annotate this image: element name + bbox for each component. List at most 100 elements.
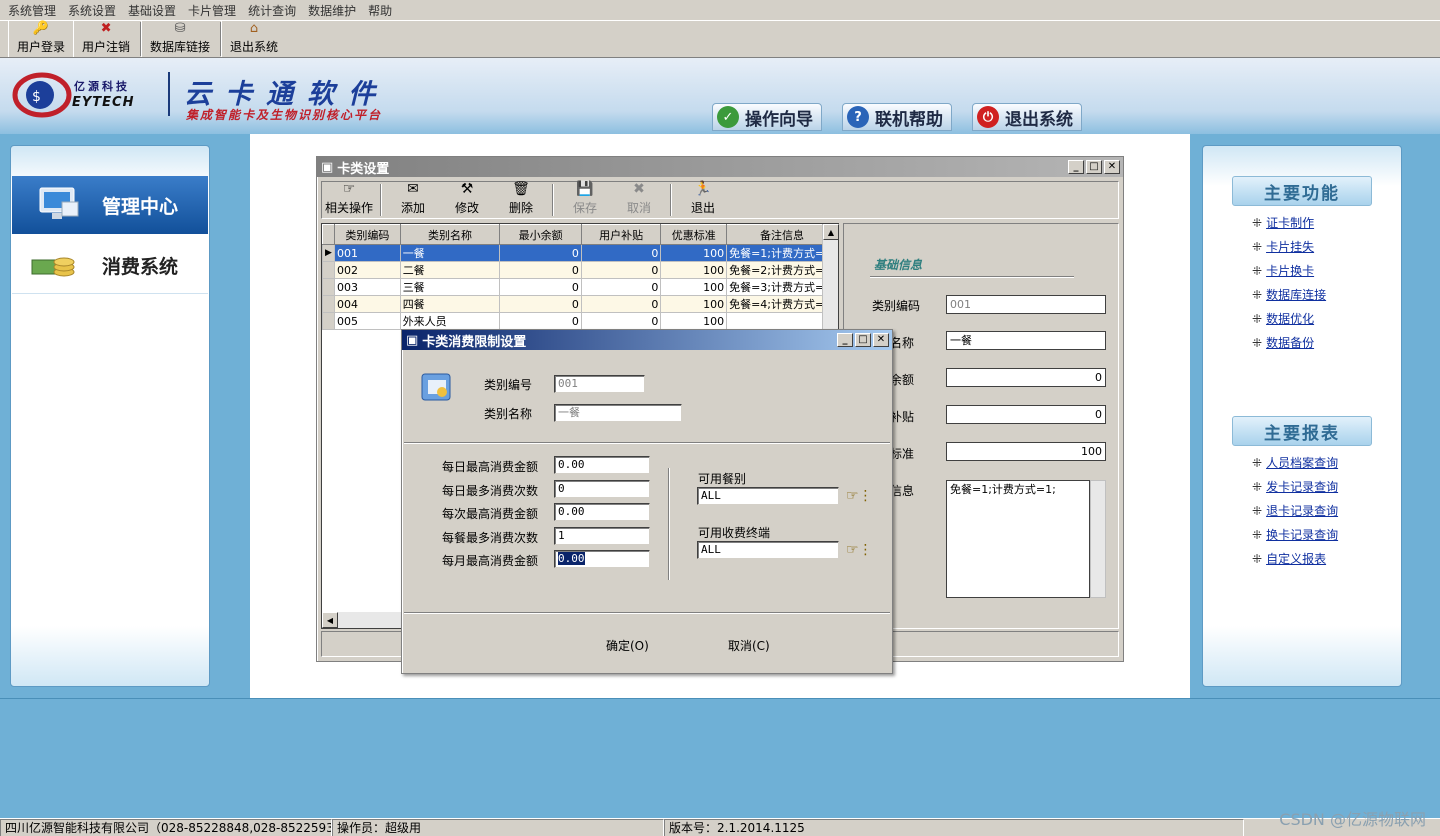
limit-field[interactable]: 0.00 [554,503,650,521]
table-cell: 外来人员 [399,312,501,330]
menu-item[interactable]: 基础设置 [122,2,182,19]
right-link[interactable]: ⁜ 卡片换卡 [1252,262,1314,279]
right-link[interactable]: ⁜ 卡片挂失 [1252,238,1314,255]
code-field[interactable]: 001 [946,295,1106,314]
right-link[interactable]: ⁜ 换卡记录查询 [1252,526,1338,543]
computer-icon [39,187,79,219]
table-cell: 100 [660,244,728,262]
column-header[interactable]: 优惠标准 [660,224,728,245]
limit-field[interactable]: 0 [554,479,650,498]
menu-item[interactable]: 数据维护 [302,2,362,19]
toolbar-button[interactable]: ⛁ 数据库链接 [141,21,218,57]
toolbar-button[interactable]: ✖ 用户注销 [73,21,138,57]
limit-field[interactable]: 0.00 [554,550,650,568]
menu-item[interactable]: 系统设置 [62,2,122,19]
minimize-button[interactable]: _ [1068,160,1084,174]
menu-item[interactable]: 统计查询 [242,2,302,19]
subsidy-field[interactable]: 0 [946,405,1106,424]
minimize-button[interactable]: _ [837,333,853,347]
database-icon: ⛁ [174,21,186,36]
guide-button[interactable]: ✓ 操作向导 [712,103,822,131]
terminal-field[interactable]: ALL [697,541,839,559]
menu-item[interactable]: 系统管理 [2,2,62,19]
right-link[interactable]: ⁜ 数据优化 [1252,310,1314,327]
table-cell: 0 [580,278,662,296]
close-button[interactable]: ✕ [873,333,889,347]
name-field[interactable]: 一餐 [554,404,682,422]
meal-field[interactable]: ALL [697,487,839,505]
table-row[interactable]: 005 外来人员 0 0 100 [322,312,838,330]
toolbar-label: 用户登录 [17,40,66,54]
tool-button[interactable]: ⚒ 修改 [440,181,494,218]
card-type-titlebar[interactable]: ▣ 卡类设置 _ □ ✕ [317,157,1123,177]
right-link[interactable]: ⁜ 发卡记录查询 [1252,478,1338,495]
tool-button[interactable]: 🏃 退出 [676,181,730,218]
link-label: 人员档案查询 [1266,456,1339,470]
row-indicator [322,295,335,313]
right-link[interactable]: ⁜ 自定义报表 [1252,550,1326,567]
table-cell: 002 [333,261,401,279]
toolbar-button[interactable]: ⌂ 退出系统 [221,21,286,57]
standard-field[interactable]: 100 [946,442,1106,461]
column-header[interactable]: 最小余额 [499,224,582,245]
column-header[interactable]: 用户补贴 [580,224,662,245]
right-link[interactable]: ⁜ 证卡制作 [1252,214,1314,231]
balance-field[interactable]: 0 [946,368,1106,387]
tool-button[interactable]: 💾 保存 [558,181,612,218]
menu-item[interactable]: 帮助 [362,2,398,19]
meal-picker-icon[interactable]: ☞⋮ [846,488,873,504]
column-header[interactable]: 类别名称 [399,224,501,245]
scroll-up-icon[interactable]: ▲ [823,224,839,240]
money-icon [31,257,75,276]
dialog-titlebar[interactable]: ▣ 卡类消费限制设置 _ □ ✕ [402,330,892,350]
link-label: 数据库连接 [1266,288,1327,302]
column-header[interactable]: 备注信息 [726,224,838,245]
name-field[interactable]: 一餐 [946,331,1106,350]
table-row[interactable]: ▶ 001 一餐 0 0 100 免餐=1;计费方式=1; [322,244,838,262]
right-link[interactable]: ⁜ 人员档案查询 [1252,454,1338,471]
menu-item[interactable]: 卡片管理 [182,2,242,19]
column-header[interactable]: 类别编码 [333,224,401,245]
scroll-left-icon[interactable]: ◀ [322,612,338,628]
right-link[interactable]: ⁜ 数据备份 [1252,334,1314,351]
watermark: CSDN @亿源物联网 [1279,810,1426,829]
power-icon: ⏻ [977,106,999,128]
nav-management-center[interactable]: 管理中心 [12,176,208,234]
cancel-button[interactable]: 取消(C) [728,637,770,654]
banner-divider [168,72,170,116]
terminal-picker-icon[interactable]: ☞⋮ [846,542,873,558]
right-link[interactable]: ⁜ 数据库连接 [1252,286,1326,303]
code-field[interactable]: 001 [554,375,645,393]
link-label: 数据优化 [1266,312,1315,326]
consumption-limit-dialog: ▣ 卡类消费限制设置 _ □ ✕ 类别编号 001 类别名称 一餐 可用餐别 ALL… [401,329,893,674]
table-row[interactable]: 004 四餐 0 0 100 免餐=4;计费方式=1; [322,295,838,313]
arrow-icon: ⁜ [1252,528,1263,542]
row-indicator-header [322,224,335,245]
tool-button[interactable]: 🗑 删除 [494,181,548,218]
arrow-icon: ⁜ [1252,336,1263,350]
tool-button[interactable]: ☞ 相关操作 [322,181,376,218]
ok-button[interactable]: 确定(O) [606,637,649,654]
online-help-button[interactable]: ? 联机帮助 [842,103,952,131]
exit-system-button[interactable]: ⏻ 退出系统 [972,103,1082,131]
table-cell: 免餐=4;计费方式=1; [726,295,838,313]
right-link[interactable]: ⁜ 退卡记录查询 [1252,502,1338,519]
close-button[interactable]: ✕ [1104,160,1120,174]
toolbar-button[interactable]: 🔑 用户登录 [8,21,73,57]
maximize-button[interactable]: □ [855,333,871,347]
link-label: 退卡记录查询 [1266,504,1339,518]
tool-button[interactable]: ✖ 取消 [612,181,666,218]
status-company: 四川亿源智能科技有限公司（028-85228848,028-85225930） [0,819,332,836]
limit-field[interactable]: 1 [554,526,650,545]
limit-label: 每月最高消费金额 [441,554,538,568]
maximize-button[interactable]: □ [1086,160,1102,174]
table-row[interactable]: 002 二餐 0 0 100 免餐=2;计费方式=1; [322,261,838,279]
table-cell: 005 [333,312,401,330]
note-scrollbar[interactable] [1090,480,1106,598]
row-indicator [322,312,335,330]
nav-consumption-system[interactable]: 消费系统 [12,238,208,294]
tool-button[interactable]: ✉ 添加 [386,181,440,218]
note-textarea[interactable]: 免餐=1;计费方式=1; [946,480,1090,598]
limit-field[interactable]: 0.00 [554,456,650,474]
table-row[interactable]: 003 三餐 0 0 100 免餐=3;计费方式=1; [322,278,838,296]
